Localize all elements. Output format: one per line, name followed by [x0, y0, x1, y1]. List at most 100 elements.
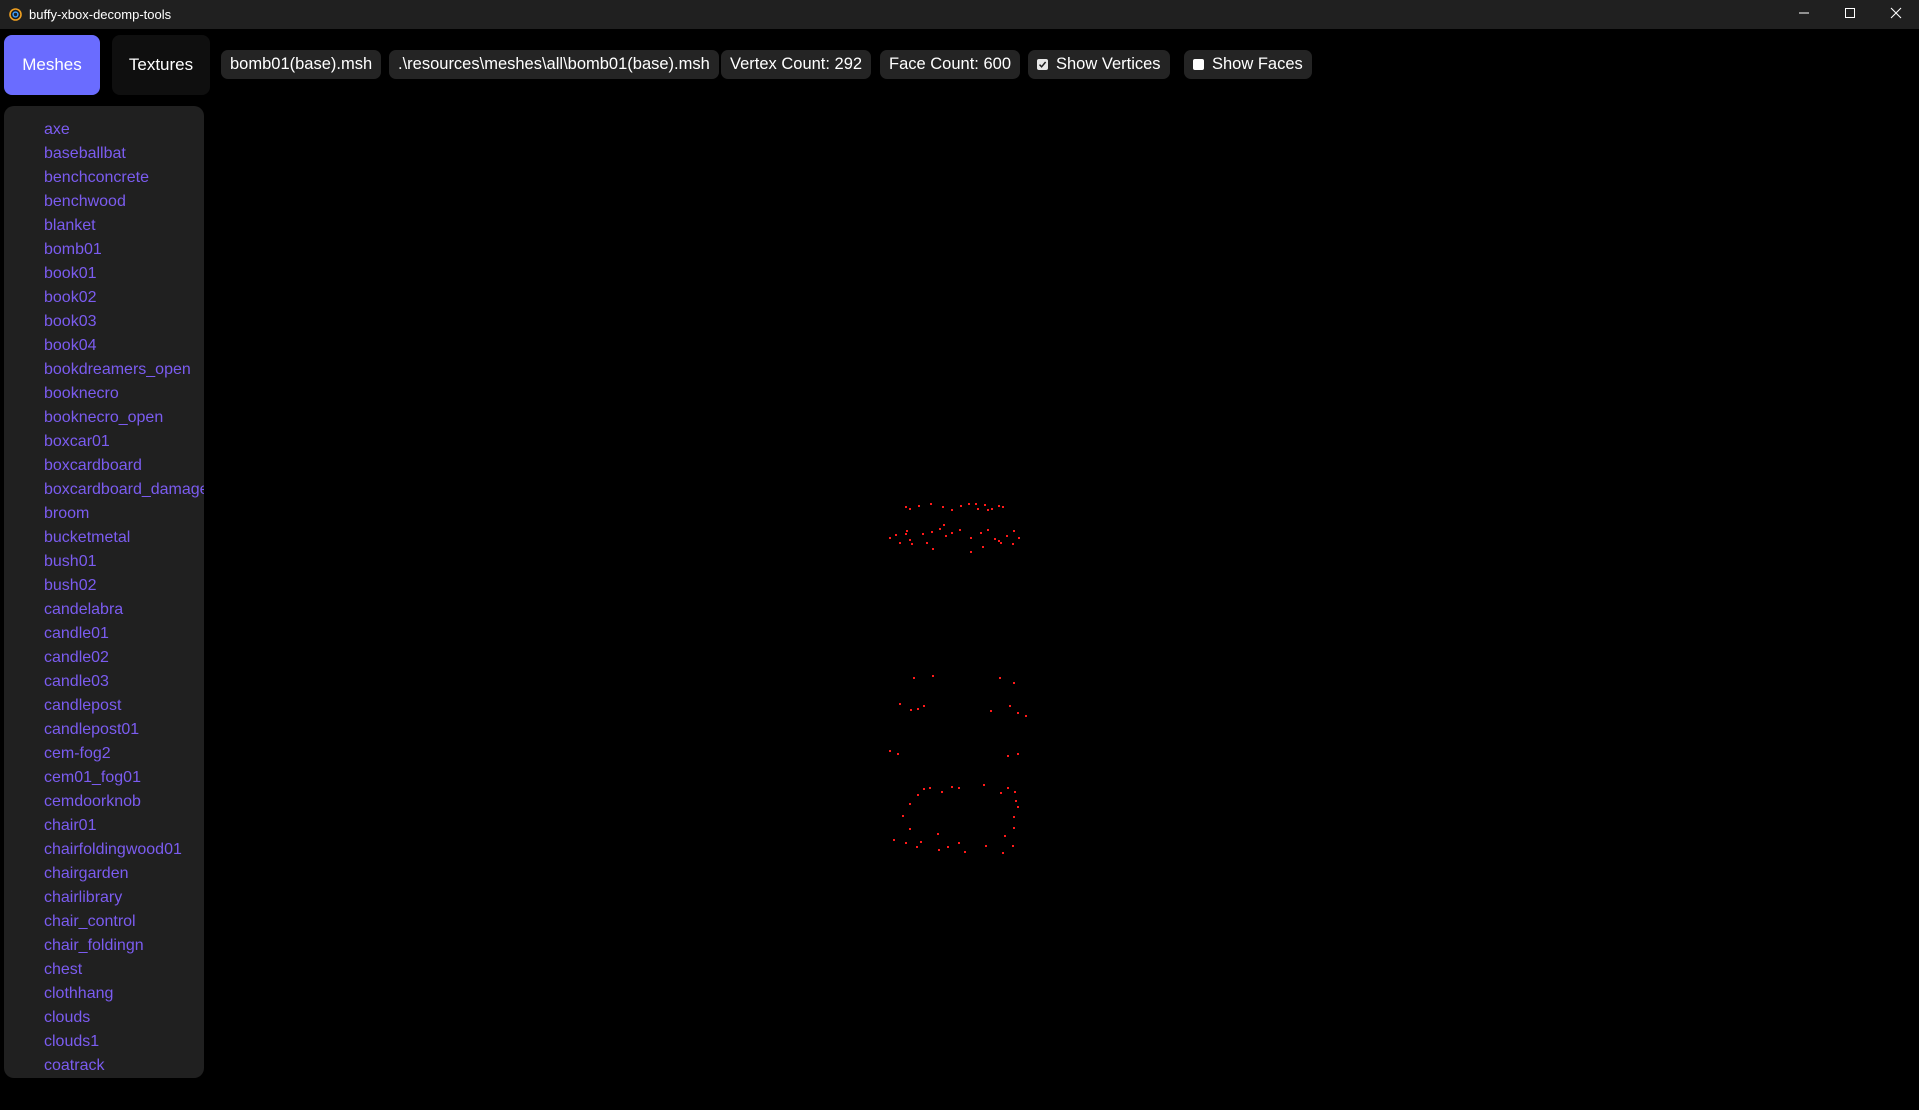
mesh-list-item[interactable]: book01 [44, 263, 97, 285]
mesh-list-item[interactable]: chair_foldingn [44, 935, 144, 957]
mesh-list-item[interactable]: boxcar01 [44, 431, 110, 453]
mesh-vertex [917, 708, 919, 710]
mesh-list-item[interactable]: candle01 [44, 623, 109, 645]
mesh-list-item[interactable]: candlepost01 [44, 719, 139, 741]
mesh-list-item[interactable]: chair_control [44, 911, 136, 933]
mesh-vertex [899, 703, 901, 705]
mesh-vertex [990, 710, 992, 712]
mesh-list-item[interactable]: baseballbat [44, 143, 126, 165]
toolbar: Meshes Textures bomb01(base).msh .\resou… [0, 29, 1919, 103]
mesh-list-item[interactable]: booknecro [44, 383, 119, 405]
show-faces-checkbox[interactable] [1193, 59, 1204, 70]
mesh-vertex [1000, 792, 1002, 794]
mesh-list-item[interactable]: candelabra [44, 599, 123, 621]
mesh-list-item[interactable]: clouds [44, 1007, 90, 1029]
mesh-list-item[interactable]: chest [44, 959, 82, 981]
mesh-list-item[interactable]: book04 [44, 335, 97, 357]
mesh-list-item[interactable]: blanket [44, 215, 96, 237]
mesh-vertex [1013, 816, 1015, 818]
tab-meshes-label: Meshes [22, 55, 82, 74]
mesh-vertex [895, 534, 897, 536]
mesh-vertex [909, 508, 911, 510]
mesh-list-item[interactable]: broom [44, 503, 89, 525]
mesh-vertex [931, 531, 933, 533]
app-link-icon [8, 7, 23, 22]
mesh-list-item[interactable]: chairgarden [44, 863, 129, 885]
mesh-vertex [984, 504, 986, 506]
mesh-list-item[interactable]: cem-fog2 [44, 743, 111, 765]
mesh-vertex [998, 505, 1000, 507]
mesh-list-item[interactable]: cemdoorknob [44, 791, 141, 813]
mesh-list-item[interactable]: boxcardboard_damage [44, 479, 204, 501]
mesh-list-panel[interactable]: axe baseballbat benchconcrete benchwood blan… [4, 106, 204, 1078]
mesh-vertex [918, 505, 920, 507]
minimize-button[interactable] [1781, 0, 1827, 29]
mesh-vertex [899, 542, 901, 544]
close-icon [1890, 6, 1902, 24]
mesh-list-item[interactable]: candlepost [44, 695, 121, 717]
mesh-list-item[interactable]: benchwood [44, 191, 126, 213]
mesh-vertex [959, 529, 961, 531]
tab-textures[interactable]: Textures [112, 35, 210, 95]
mesh-vertex [943, 524, 945, 526]
mesh-vertex [889, 537, 891, 539]
mesh-vertex [1017, 806, 1019, 808]
mesh-list-item[interactable]: chair01 [44, 815, 96, 837]
mesh-vertex [1015, 800, 1017, 802]
mesh-vertex [1013, 530, 1015, 532]
mesh-list-item[interactable]: axe [44, 119, 70, 141]
mesh-list-item[interactable]: coatrack [44, 1055, 104, 1077]
mesh-list-item[interactable]: chairlibrary [44, 887, 122, 909]
show-vertices-checkbox[interactable] [1037, 59, 1048, 70]
mesh-list-item[interactable]: benchconcrete [44, 167, 149, 189]
mesh-vertex [929, 787, 931, 789]
mesh-vertex [923, 705, 925, 707]
mesh-vertex [910, 709, 912, 711]
tab-meshes[interactable]: Meshes [4, 35, 100, 95]
mesh-vertex [923, 788, 925, 790]
mesh-vertex [905, 506, 907, 508]
mesh-vertex [926, 542, 928, 544]
mesh-list-item[interactable]: booknecro_open [44, 407, 163, 429]
mesh-vertex [1012, 543, 1014, 545]
mesh-vertex [970, 537, 972, 539]
mesh-vertex [909, 539, 911, 541]
mesh-vertex [947, 846, 949, 848]
mesh-list-item[interactable]: clothhang [44, 983, 113, 1005]
mesh-vertex [1018, 537, 1020, 539]
mesh-vertex [922, 533, 924, 535]
mesh-vertex [1025, 715, 1027, 717]
mesh-list-item[interactable]: boxcardboard [44, 455, 142, 477]
mesh-list-item[interactable]: clouds1 [44, 1031, 99, 1053]
mesh-list-item[interactable]: bookdreamers_open [44, 359, 191, 381]
show-faces-toggle[interactable]: Show Faces [1184, 50, 1312, 79]
mesh-list-item[interactable]: candle03 [44, 671, 109, 693]
show-vertices-toggle[interactable]: Show Vertices [1028, 50, 1170, 79]
mesh-vertex [1002, 506, 1004, 508]
mesh-list-item[interactable]: bucketmetal [44, 527, 130, 549]
mesh-vertex [1007, 787, 1009, 789]
close-button[interactable] [1873, 0, 1919, 29]
filepath-display: .\resources\meshes\all\bomb01(base).msh [389, 50, 719, 79]
mesh-list-item[interactable]: cem01_fog01 [44, 767, 141, 789]
face-count-text: Face Count: 600 [889, 55, 1011, 73]
mesh-vertex [1017, 712, 1019, 714]
mesh-vertex [932, 548, 934, 550]
mesh-list-item[interactable]: book03 [44, 311, 97, 333]
mesh-list-item[interactable]: bush01 [44, 551, 97, 573]
mesh-list-item[interactable]: book02 [44, 287, 97, 309]
mesh-list-item[interactable]: bomb01 [44, 239, 102, 261]
mesh-list-item[interactable]: bush02 [44, 575, 97, 597]
mesh-list-item[interactable]: candle02 [44, 647, 109, 669]
mesh-list-item[interactable]: chairfoldingwood01 [44, 839, 182, 861]
mesh-viewport[interactable] [205, 103, 1919, 1110]
mesh-vertex [994, 538, 996, 540]
mesh-vertex [987, 529, 989, 531]
mesh-vertex [1013, 682, 1015, 684]
mesh-vertex [980, 532, 982, 534]
vertex-count-text: Vertex Count: 292 [730, 55, 863, 73]
vertex-count-display: Vertex Count: 292 [721, 50, 872, 79]
maximize-button[interactable] [1827, 0, 1873, 29]
mesh-vertex [938, 849, 940, 851]
mesh-vertex [897, 753, 899, 755]
